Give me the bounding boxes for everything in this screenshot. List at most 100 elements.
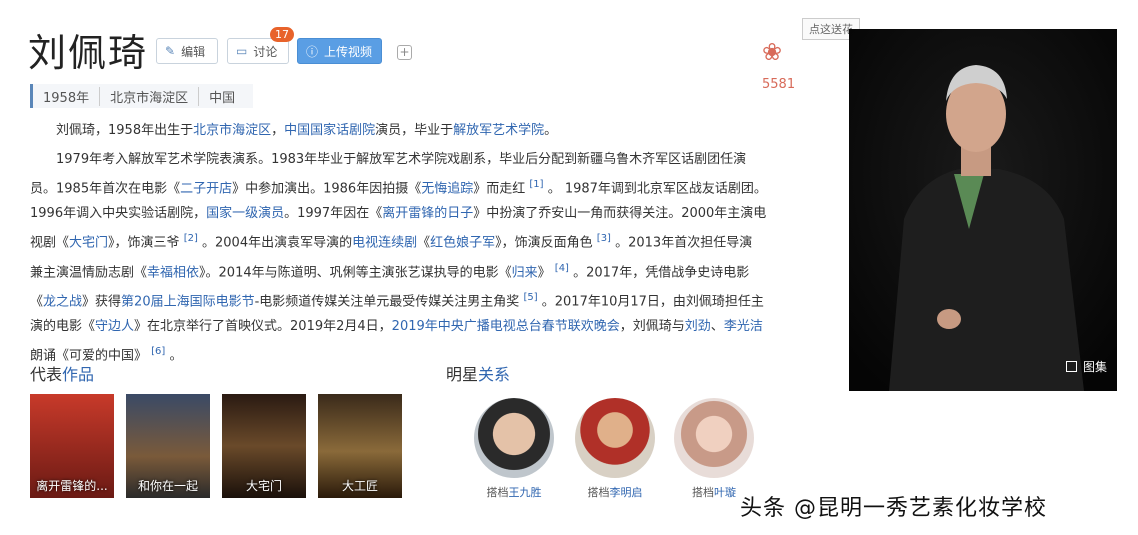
portrait-photo[interactable]: 图集 — [849, 29, 1117, 391]
reference-1[interactable]: [1] — [529, 179, 543, 190]
intro-text: 。 — [544, 123, 558, 138]
work-caption: 大工匠 — [341, 479, 378, 493]
bio-text: 演的电影《 — [30, 319, 96, 335]
bio-line: 视剧《大宅门》，饰演三爷 [2] 。2004年出演袁军导演的电视连续剧《红色娘子… — [30, 226, 805, 255]
work-poster[interactable]: 大宅门 — [222, 394, 306, 498]
gallery-icon — [1065, 361, 1077, 372]
relation-label: 搭档李明启 — [570, 484, 660, 500]
work-poster[interactable]: 离开雷锋的... — [30, 394, 114, 498]
avatar[interactable] — [575, 398, 655, 478]
bio-line: 1979年考入解放军艺术学院表演系。1983年毕业于解放军艺术学院戏剧系，毕业后… — [30, 147, 805, 172]
bio-text: 》获得 — [82, 294, 122, 310]
bio-text: 《 — [417, 235, 431, 251]
bio-line: 1996年调入中央实验话剧院，国家一级演员。1997年因在《离开雷锋的日子》中扮… — [30, 201, 805, 226]
bio-text: 》中参加演出。1986年因拍摄《 — [232, 181, 422, 197]
bio-line: 兼主演温情励志剧《幸福相依》。2014年与陈道明、巩俐等主演张艺谋执导的电影《归… — [30, 256, 805, 285]
link-liujin[interactable]: 刘劲 — [685, 319, 711, 334]
link-wuhui-zhuizong[interactable]: 无悔追踪 — [421, 181, 473, 196]
discussion-icon: ▭ — [236, 44, 248, 58]
watermark: 头条 @昆明一秀艺素化妆学校 — [740, 496, 1047, 521]
link-haidian[interactable]: 北京市海淀区 — [193, 123, 271, 138]
avatar[interactable] — [474, 398, 554, 478]
bio-text: 》在北京举行了首映仪式。2019年2月4日， — [134, 319, 392, 335]
link-shoubianren[interactable]: 守边人 — [95, 319, 134, 334]
work-caption: 和你在一起 — [137, 479, 198, 493]
bio-text: 1979年考入解放军艺术学院表演系。1983年毕业于解放军艺术学院戏剧系，毕业后… — [56, 152, 747, 167]
relation-name-link[interactable]: 李明启 — [610, 486, 643, 499]
work-poster[interactable]: 大工匠 — [318, 394, 402, 498]
link-spring-gala-2019[interactable]: 2019年中央广播电视总台春节联欢晚会 — [392, 319, 620, 334]
bio-text: -电影频道传媒关注单元最受传媒关注男主角奖 — [254, 294, 520, 310]
reference-3[interactable]: [3] — [597, 233, 611, 244]
discuss-button[interactable]: ▭ 讨论 17 — [227, 27, 294, 64]
bio-text: 视剧《 — [30, 235, 70, 251]
bio-text: 。 — [169, 348, 183, 364]
relations-title-a: 明星 — [446, 365, 479, 384]
flower-icon[interactable]: ❀ — [762, 38, 782, 66]
bio-text: 兼主演温情励志剧《 — [30, 264, 148, 280]
add-icon[interactable]: + — [397, 45, 412, 60]
bio-line: 员。1985年首次在电影《二子开店》中参加演出。1986年因拍摄《无悔追踪》而走… — [30, 172, 805, 201]
intro-paragraph-2: 1979年考入解放军艺术学院表演系。1983年毕业于解放军艺术学院戏剧系，毕业后… — [30, 147, 805, 369]
reference-5[interactable]: [5] — [523, 292, 537, 303]
intro-paragraph-1: 刘佩琦，1958年出生于北京市海淀区，中国国家话剧院演员，毕业于解放军艺术学院。 — [30, 118, 805, 143]
link-guilai[interactable]: 归来 — [512, 265, 538, 280]
relations-section-title: 明星关系 — [446, 361, 510, 385]
avatar[interactable] — [674, 398, 754, 478]
works-section-title: 代表作品 — [30, 361, 94, 385]
relation-prefix: 搭档 — [692, 486, 714, 499]
gallery-button[interactable]: 图集 — [1065, 358, 1107, 375]
link-national-theatre[interactable]: 中国国家话剧院 — [284, 123, 375, 138]
edit-button[interactable]: ✎ 编辑 — [156, 38, 218, 64]
reference-6[interactable]: [6] — [151, 346, 165, 357]
bio-text: 。 1987年调到北京军区战友话剧团。 — [547, 181, 767, 197]
works-title-a: 代表 — [30, 365, 63, 384]
flower-count: 5581 — [762, 77, 796, 92]
link-hongse-niangzijun[interactable]: 红色娘子军 — [430, 236, 495, 251]
reference-2[interactable]: [2] — [184, 233, 198, 244]
bio-text: 。2004年出演袁军导演的 — [202, 235, 353, 251]
person-meta-bar: 1958年 北京市海淀区 中国 — [30, 84, 254, 108]
bio-text: 》，饰演反面角色 — [495, 235, 593, 251]
link-longzhizhan[interactable]: 龙之战 — [43, 294, 82, 309]
intro-text: ， — [271, 123, 285, 138]
bio-text: 。1997年因在《 — [284, 206, 383, 222]
bio-text: 。2017年，凭借战争史诗电影 — [573, 264, 750, 280]
work-caption: 离开雷锋的... — [36, 479, 108, 493]
bio-text: 》 — [537, 264, 551, 280]
bio-line: 《龙之战》获得第20届上海国际电影节-电影频道传媒关注单元最受传媒关注男主角奖 … — [30, 285, 805, 314]
bio-text: 员。1985年首次在电影《 — [30, 181, 181, 197]
link-tv-series[interactable]: 电视连续剧 — [352, 236, 417, 251]
bio-line: 演的电影《守边人》在北京举行了首映仪式。2019年2月4日，2019年中央广播电… — [30, 314, 805, 339]
discuss-label: 讨论 — [253, 44, 278, 59]
birth-year: 1958年 — [33, 86, 101, 106]
bio-text: 、 — [710, 319, 724, 335]
link-shanghai-film-festival[interactable]: 第20届上海国际电影节 — [121, 294, 255, 309]
link-national-first-class[interactable]: 国家一级演员 — [206, 206, 284, 221]
intro-text: 演员，毕业于 — [375, 123, 454, 138]
relation-name-link[interactable]: 叶璇 — [714, 486, 736, 499]
relation-prefix: 搭档 — [486, 486, 509, 499]
portrait-illustration — [849, 29, 1117, 391]
link-xingfu-xiangyi[interactable]: 幸福相依 — [147, 265, 199, 280]
link-ershi-kaidian[interactable]: 二子开店 — [180, 181, 232, 196]
reference-4[interactable]: [4] — [555, 263, 569, 274]
bio-text: 》，饰演三爷 — [108, 235, 180, 251]
edit-label: 编辑 — [181, 44, 206, 59]
relation-name-link[interactable]: 王九胜 — [509, 486, 542, 499]
bio-text: 。2013年首次担任导演 — [615, 235, 753, 251]
upload-label: 上传视频 — [324, 44, 373, 59]
upload-video-button[interactable]: ⓘ 上传视频 — [297, 38, 382, 64]
relations-title-b: 关系 — [478, 365, 511, 384]
bio-text: 》而走红 — [473, 181, 526, 197]
work-caption: 大宅门 — [245, 479, 282, 493]
link-pla-art-academy[interactable]: 解放军艺术学院 — [453, 123, 544, 138]
gallery-label: 图集 — [1082, 360, 1107, 374]
link-liguangjie[interactable]: 李光洁 — [724, 319, 763, 334]
bio-line: 朗诵《可爱的中国》 [6] 。 — [30, 339, 805, 368]
link-likai-leifeng[interactable]: 离开雷锋的日子 — [382, 206, 473, 221]
birthplace: 北京市海淀区 — [100, 86, 200, 106]
link-dazhaimen[interactable]: 大宅门 — [69, 236, 108, 251]
work-poster[interactable]: 和你在一起 — [126, 394, 210, 498]
bio-text: 《 — [30, 294, 44, 310]
